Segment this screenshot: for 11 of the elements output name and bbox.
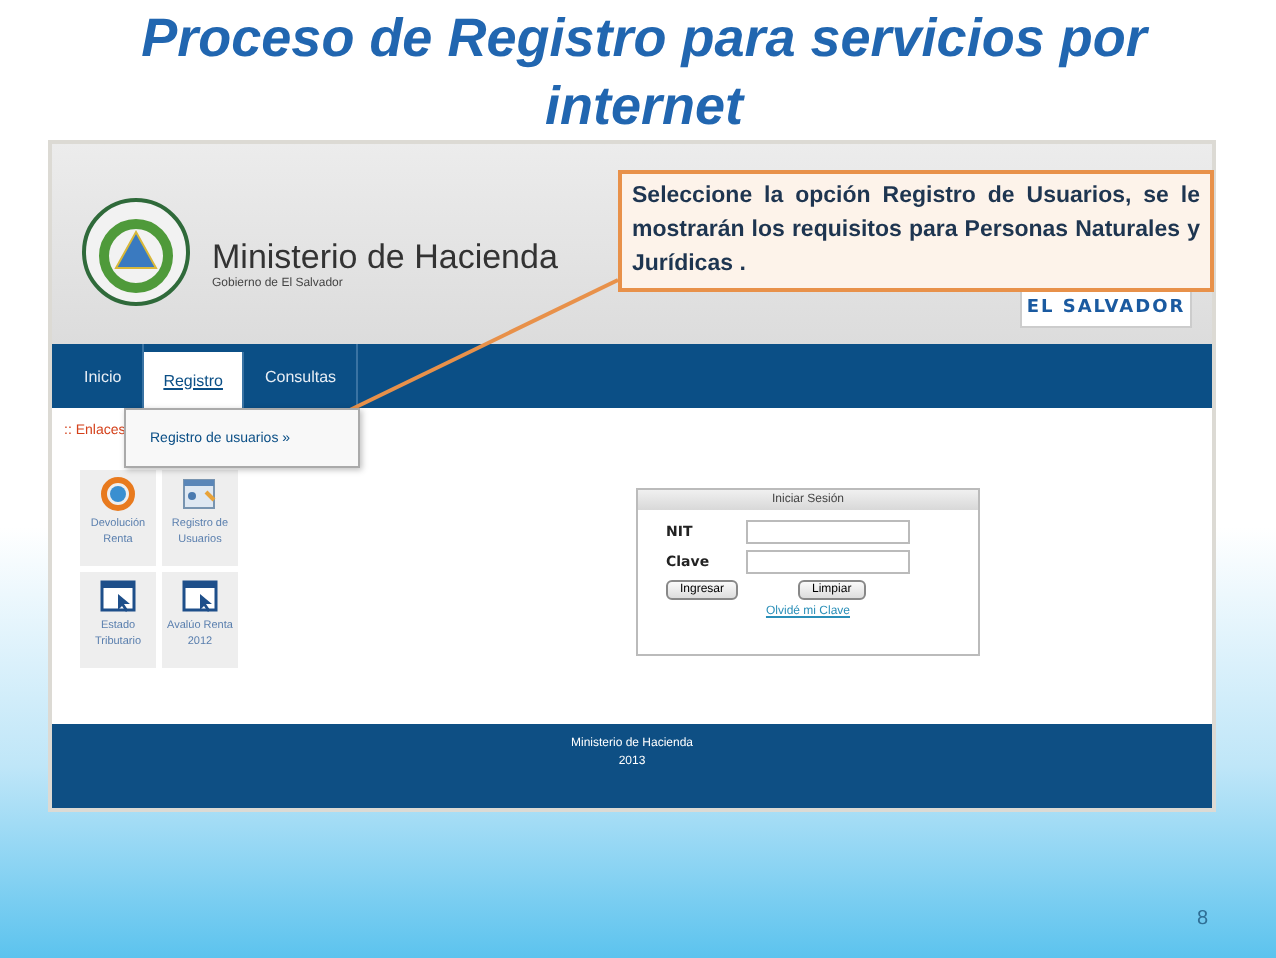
slide-title: Proceso de Registro para servicios por internet [139, 6, 1151, 140]
input-field[interactable] [746, 550, 910, 574]
callout-note: Seleccione la opción Registro de Usuarios, se le mostrarán los requisitos para Personas Naturales y Jurídicas . [618, 170, 1214, 292]
site-name: Ministerio de Hacienda [212, 238, 558, 277]
window-cursor-icon [100, 578, 136, 614]
page-number: 8 [1196, 908, 1208, 930]
window-cursor-icon [182, 578, 218, 614]
input-field[interactable] [746, 520, 910, 544]
coat-of-arms-logo [80, 196, 192, 308]
nav-tab[interactable]: Registro [143, 352, 245, 408]
form-icon [182, 476, 218, 512]
